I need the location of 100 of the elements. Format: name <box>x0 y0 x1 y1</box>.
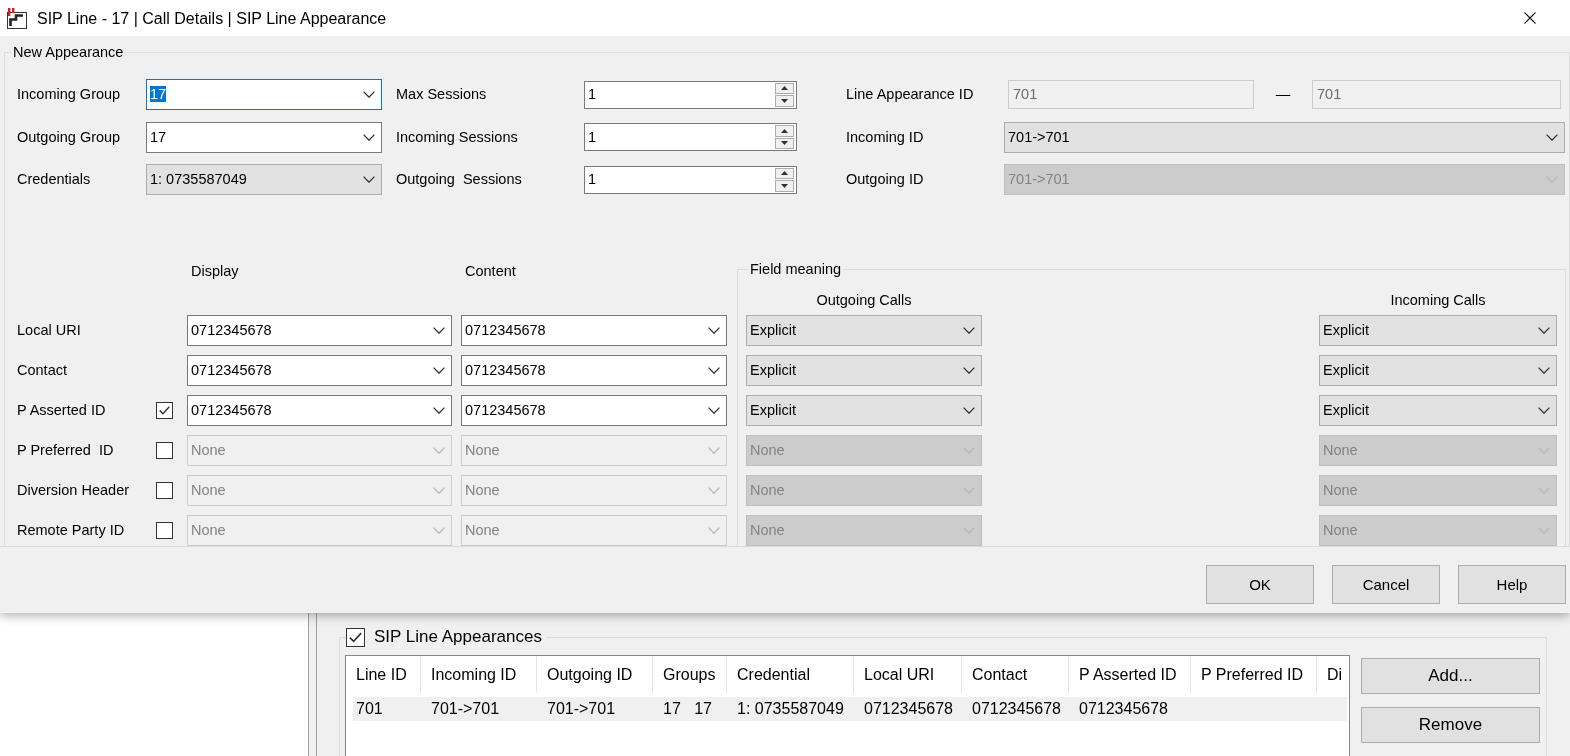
add-button[interactable]: Add... <box>1361 658 1540 694</box>
field-label: Max Sessions <box>396 86 487 103</box>
chevron-down-icon <box>433 447 445 454</box>
triangle-down-icon <box>781 141 788 146</box>
app-icon <box>7 7 27 29</box>
column-header[interactable]: Groups <box>653 656 727 693</box>
field-label: Outgoing Group <box>17 128 121 146</box>
field-label: P Asserted ID <box>17 402 106 419</box>
spin-up-button[interactable] <box>775 125 794 137</box>
chevron-down-icon <box>1538 367 1550 374</box>
field-label: Incoming Group <box>17 86 121 103</box>
column-header[interactable]: Di <box>1317 656 1349 693</box>
dropdown[interactable]: 17 <box>146 121 382 153</box>
triangle-down-icon <box>781 183 788 188</box>
dropdown[interactable]: 17 <box>146 79 382 110</box>
spin-field[interactable]: 1 <box>584 165 797 194</box>
chevron-down-icon <box>363 176 375 183</box>
field-label: Contact <box>17 362 67 379</box>
field-label: Diversion Header <box>17 482 130 499</box>
dropdown[interactable]: 0712345678 <box>187 355 452 386</box>
column-heading: Content <box>465 262 516 280</box>
dropdown[interactable]: Explicit <box>746 395 982 426</box>
chevron-down-icon <box>1546 133 1558 141</box>
dropdown[interactable]: Explicit <box>1319 315 1557 346</box>
chevron-down-icon <box>433 487 445 494</box>
column-heading: Incoming Calls <box>1390 292 1486 309</box>
ok-button[interactable]: OK <box>1206 565 1314 604</box>
chevron-down-icon <box>708 327 720 334</box>
dropdown[interactable]: 0712345678 <box>187 315 452 346</box>
spin-field[interactable]: 1 <box>584 123 797 151</box>
close-icon <box>1524 12 1536 24</box>
dropdown[interactable]: Explicit <box>1319 395 1557 426</box>
chevron-down-icon <box>433 527 445 534</box>
field-label: P Preferred ID <box>17 442 114 459</box>
list-cell-text: 0712345678 <box>1078 699 1169 719</box>
field-label: Local URI <box>17 322 81 339</box>
list-row[interactable]: 701 701->701 701->701 17 17 1: 0735587049 0712345678 0712345678 0712345678 <box>353 697 1347 721</box>
dropdown[interactable]: Explicit <box>746 355 982 386</box>
cancel-button[interactable]: Cancel <box>1332 565 1440 604</box>
groupbox-title: SIP Line Appearances <box>374 628 542 647</box>
chevron-down-icon <box>433 327 445 334</box>
list-cell-text: 1: 0735587049 <box>736 699 845 719</box>
checkmark-icon <box>349 631 362 643</box>
list-cell-text: 0712345678 <box>971 699 1062 719</box>
triangle-up-icon <box>781 128 788 133</box>
chevron-down-icon <box>1538 407 1550 414</box>
chevron-down-icon <box>708 447 720 454</box>
column-header[interactable]: Incoming ID <box>421 656 537 693</box>
spin-up-button[interactable] <box>775 167 794 179</box>
dropdown[interactable]: 701->701 <box>1004 121 1565 153</box>
column-header[interactable]: Line ID <box>346 656 421 693</box>
dropdown[interactable]: Explicit <box>746 315 982 346</box>
list-cell-text: 17 17 <box>662 699 713 719</box>
dropdown[interactable]: 1: 0735587049 <box>146 164 382 195</box>
dropdown[interactable]: 0712345678 <box>187 395 452 426</box>
checkmark-icon <box>159 406 170 415</box>
window-title: SIP Line - 17 | Call Details | SIP Line Appearance <box>37 8 387 28</box>
column-header[interactable]: P Asserted ID <box>1069 656 1191 693</box>
help-button[interactable]: Help <box>1458 565 1566 604</box>
field-label: Remote Party ID <box>17 522 125 539</box>
chevron-down-icon <box>708 407 720 414</box>
column-header[interactable]: Outgoing ID <box>537 656 653 693</box>
checkbox[interactable] <box>156 402 173 419</box>
chevron-down-icon <box>708 527 720 534</box>
field-label: Line Appearance ID <box>846 86 974 103</box>
chevron-down-icon <box>363 133 375 141</box>
splitter-handle[interactable] <box>308 613 317 756</box>
dropdown[interactable]: 0712345678 <box>461 395 727 426</box>
triangle-up-icon <box>781 86 788 91</box>
chevron-down-icon <box>363 91 375 98</box>
field-label: Outgoing ID <box>846 171 924 188</box>
chevron-down-icon <box>1538 327 1550 334</box>
field-label: Incoming Sessions <box>396 128 518 146</box>
column-header[interactable]: Local URI <box>854 656 962 693</box>
field-label: Outgoing Sessions <box>396 171 522 188</box>
column-header[interactable]: Credential <box>727 656 854 693</box>
list-cell-text: 701->701 <box>546 699 617 719</box>
dropdown[interactable]: 0712345678 <box>461 355 727 386</box>
spin-up-button[interactable] <box>775 82 794 94</box>
groupbox-title: Field meaning <box>750 261 842 277</box>
dropdown[interactable]: Explicit <box>1319 355 1557 386</box>
groupbox-title: New Appearance <box>13 45 124 60</box>
triangle-up-icon <box>781 171 788 176</box>
column-header[interactable]: P Preferred ID <box>1191 656 1317 693</box>
column-header[interactable]: Contact <box>962 656 1069 693</box>
dropdown[interactable]: 0712345678 <box>461 315 727 346</box>
triangle-down-icon <box>781 98 788 103</box>
remove-button[interactable]: Remove <box>1361 707 1540 743</box>
chevron-down-icon <box>963 367 975 374</box>
chevron-down-icon <box>963 327 975 334</box>
field-label: Incoming ID <box>846 128 924 146</box>
column-heading: Display <box>191 262 239 280</box>
spin-field[interactable]: 1 <box>584 80 797 109</box>
spin-down-button[interactable] <box>775 180 794 192</box>
list-cell-text: 0712345678 <box>863 699 954 719</box>
spin-down-button[interactable] <box>775 137 794 149</box>
chevron-down-icon <box>708 487 720 494</box>
spin-down-button[interactable] <box>775 95 794 107</box>
chevron-down-icon <box>433 407 445 414</box>
checkbox[interactable] <box>346 628 365 647</box>
